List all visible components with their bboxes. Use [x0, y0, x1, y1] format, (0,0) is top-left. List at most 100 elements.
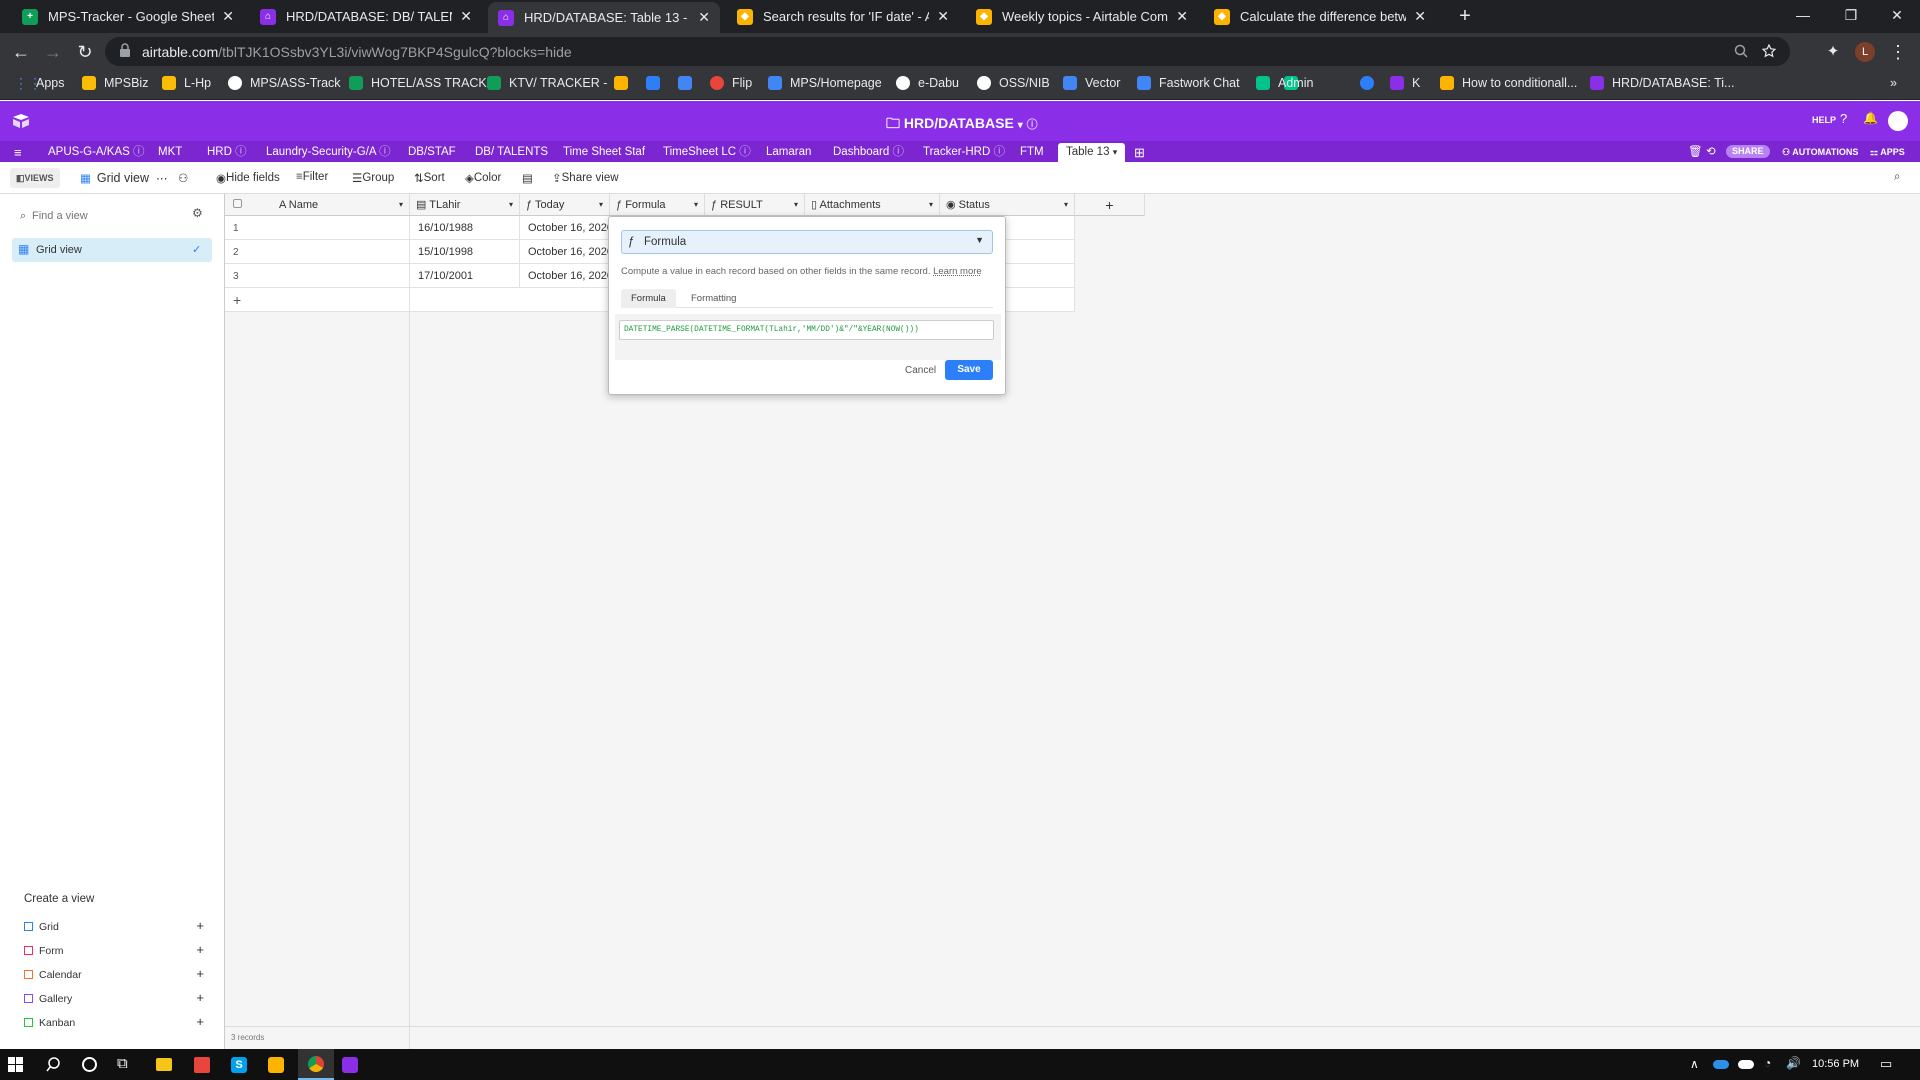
bookmark[interactable]	[646, 76, 668, 90]
app-icon[interactable]	[194, 1057, 210, 1073]
onedrive-icon[interactable]	[1713, 1060, 1729, 1069]
tlahir-cell[interactable]: 16/10/1988	[410, 216, 520, 240]
chrome-taskbar-button[interactable]	[298, 1049, 334, 1080]
tab-table[interactable]: TimeSheet LC ⓘ	[663, 143, 751, 162]
group-button[interactable]: ☰ Group	[352, 171, 394, 185]
views-toggle[interactable]: ◧ VIEWS	[10, 168, 60, 188]
tlahir-cell[interactable]: 15/10/1998	[410, 240, 520, 264]
trash-icon[interactable]: 🗑	[1688, 143, 1703, 162]
row-number-cell[interactable]: 3	[225, 264, 410, 288]
profile-avatar[interactable]: L	[1855, 42, 1875, 62]
bookmark[interactable]	[678, 76, 700, 90]
bookmark[interactable]: K	[1390, 76, 1420, 90]
create-gallery-view[interactable]: Gallery +	[24, 989, 204, 1013]
airtable-logo-icon[interactable]	[12, 113, 30, 129]
browser-tab[interactable]: ⌂ HRD/DATABASE: DB/ TALENTS - A ✕	[250, 0, 482, 33]
back-arrow-icon[interactable]: ←	[8, 39, 34, 65]
zoom-icon[interactable]	[1734, 44, 1748, 58]
column-header-formula[interactable]: ƒ Formula ▾	[610, 194, 705, 216]
tab-formatting[interactable]: Formatting	[681, 289, 746, 308]
browser-tab[interactable]: ◆ Search results for 'IF date' - Airtab …	[727, 0, 959, 33]
reload-icon[interactable]: ↻	[72, 39, 98, 65]
windows-start-icon[interactable]	[8, 1057, 23, 1072]
help-icon[interactable]: ?	[1840, 111, 1847, 126]
chevron-down-icon[interactable]: ▾	[929, 194, 933, 215]
automations-button[interactable]: ⚇ AUTOMATIONS	[1782, 143, 1858, 162]
tab-table[interactable]: FTM	[1020, 143, 1044, 162]
info-icon[interactable]: ⓘ	[1027, 119, 1038, 131]
add-record-button[interactable]: +	[225, 288, 410, 312]
new-tab-button[interactable]: +	[1453, 5, 1477, 29]
color-button[interactable]: ◈ Color	[465, 171, 501, 185]
search-icon[interactable]: ⌕	[1894, 171, 1900, 184]
cancel-button[interactable]: Cancel	[905, 365, 936, 376]
row-number-cell[interactable]: 2	[225, 240, 410, 264]
close-tab-icon[interactable]: ✕	[937, 8, 949, 25]
create-kanban-view[interactable]: Kanban +	[24, 1013, 204, 1037]
forward-arrow-icon[interactable]: →	[40, 39, 66, 65]
column-header-attachments[interactable]: ▯ Attachments ▾	[805, 194, 940, 216]
minimize-icon[interactable]: —	[1780, 0, 1826, 30]
add-table-icon[interactable]: ⊞	[1134, 143, 1145, 162]
tab-table[interactable]: Time Sheet Staf	[563, 143, 645, 162]
save-button[interactable]: Save	[945, 360, 993, 380]
bookmark[interactable]: Fastwork Chat	[1137, 76, 1240, 90]
close-window-icon[interactable]: ✕	[1874, 0, 1920, 30]
task-view-icon[interactable]: ⧉	[117, 1055, 128, 1072]
current-view[interactable]: ▦ Grid view	[80, 171, 149, 185]
chevron-down-icon[interactable]: ▾	[599, 194, 603, 215]
bookmark[interactable]: HRD/DATABASE: Ti...	[1590, 76, 1734, 90]
tab-table[interactable]: DB/ TALENTS	[475, 143, 548, 162]
menu-icon[interactable]: ⋮	[1885, 39, 1911, 65]
tab-table-active[interactable]: Table 13 ▾	[1058, 143, 1126, 162]
tab-table[interactable]: Dashboard ⓘ	[833, 143, 904, 162]
find-view-input[interactable]	[32, 206, 182, 226]
restore-icon[interactable]: ❐	[1828, 0, 1874, 30]
address-bar[interactable]: airtable.com/tblTJK1OSsbv3YL3i/viwWog7BK…	[105, 37, 1790, 66]
notifications-icon[interactable]: ▭	[1880, 1056, 1892, 1072]
bookmark[interactable]: MPS/Homepage	[768, 76, 882, 90]
row-number-cell[interactable]: 1	[225, 216, 410, 240]
cortana-icon[interactable]	[82, 1057, 97, 1072]
create-calendar-view[interactable]: Calendar +	[24, 965, 204, 989]
apps-button[interactable]: ⚏ APPS	[1870, 143, 1905, 162]
chevron-down-icon[interactable]: ▾	[694, 194, 698, 215]
gear-icon[interactable]: ⚙	[192, 206, 203, 220]
airtable-app-icon[interactable]	[342, 1057, 358, 1073]
tab-table[interactable]: Lamaran	[766, 143, 811, 162]
close-tab-icon[interactable]: ✕	[222, 8, 234, 25]
chevron-down-icon[interactable]: ▾	[1064, 194, 1068, 215]
bookmark[interactable]: KTV/ TRACKER -	[487, 76, 607, 90]
chevron-down-icon[interactable]: ▾	[794, 194, 798, 215]
bookmark[interactable]: OSS/NIB	[977, 76, 1050, 90]
tab-table[interactable]: DB/STAF	[408, 143, 456, 162]
formula-input[interactable]: DATETIME_PARSE(DATETIME_FORMAT(TLahir,'M…	[619, 320, 994, 340]
bell-icon[interactable]: 🔔	[1863, 111, 1878, 125]
filter-button[interactable]: ≡ Filter	[296, 171, 328, 183]
bookmark[interactable]: Flip	[710, 76, 752, 90]
bookmark[interactable]: How to conditionall...	[1440, 76, 1577, 90]
bookmark[interactable]: e-Dabu	[896, 76, 959, 90]
more-bookmarks-icon[interactable]: »	[1890, 76, 1897, 90]
view-item-grid[interactable]: ▦ Grid view ✓	[12, 238, 212, 262]
file-explorer-icon[interactable]	[156, 1058, 172, 1071]
tlahir-cell[interactable]: 17/10/2001	[410, 264, 520, 288]
create-form-view[interactable]: Form +	[24, 941, 204, 965]
column-header-tlahir[interactable]: ▤ TLahir ▾	[410, 194, 520, 216]
hide-fields-button[interactable]: ◉ Hide fields	[216, 171, 280, 185]
column-header-today[interactable]: ƒ Today ▾	[520, 194, 610, 216]
cloud-icon[interactable]	[1738, 1060, 1754, 1069]
close-tab-icon[interactable]: ✕	[1176, 8, 1188, 25]
history-icon[interactable]: ⟲	[1706, 143, 1716, 162]
chevron-down-icon[interactable]: ▾	[509, 194, 513, 215]
close-tab-icon[interactable]: ✕	[1414, 8, 1426, 25]
select-all-checkbox[interactable]	[233, 199, 242, 208]
bookmark[interactable]	[1360, 76, 1382, 90]
row-height-icon[interactable]: ▤	[522, 171, 533, 185]
tab-table[interactable]: APUS-G-A/KAS ⓘ	[48, 143, 145, 162]
wifi-icon[interactable]: ◔	[1764, 1056, 1771, 1070]
base-title[interactable]: 🗀 HRD/DATABASE ▾ ⓘ	[886, 113, 1038, 137]
bookmark[interactable]: MPS/ASS-Track	[228, 76, 341, 90]
create-grid-view[interactable]: Grid +	[24, 917, 204, 941]
bookmark-apps[interactable]: ⋮⋮ Apps	[14, 76, 65, 90]
